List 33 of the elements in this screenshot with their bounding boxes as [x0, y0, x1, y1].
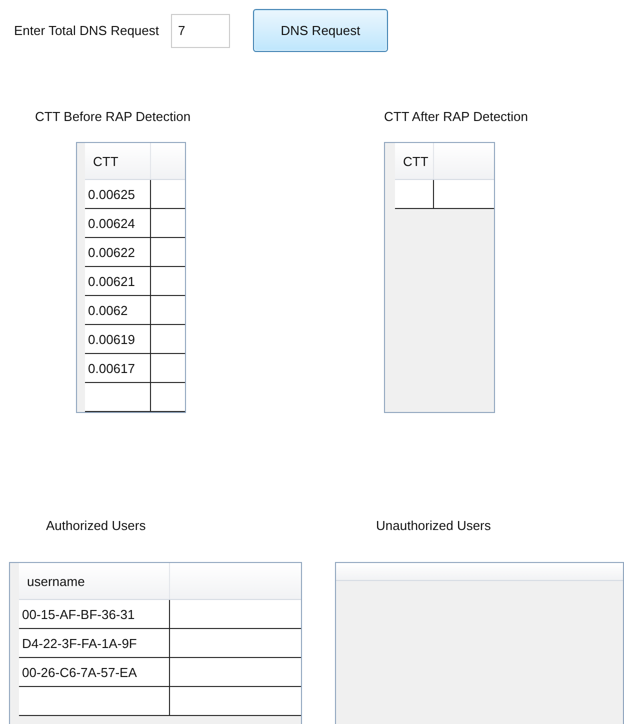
- table-cell: D4-22-3F-FA-1A-9F: [19, 629, 170, 657]
- table-row[interactable]: 00-15-AF-BF-36-31: [19, 600, 301, 629]
- section-title: CTT After RAP Detection: [384, 109, 528, 125]
- column-heading[interactable]: CTT: [395, 143, 434, 179]
- table-row[interactable]: 00-26-C6-7A-57-EA: [19, 658, 301, 687]
- table-cell: 00-26-C6-7A-57-EA: [19, 658, 170, 686]
- column-heading[interactable]: CTT: [85, 143, 151, 179]
- new-row[interactable]: [19, 687, 301, 716]
- new-row[interactable]: [85, 383, 185, 412]
- section-title: Unauthorized Users: [376, 518, 491, 534]
- table-cell: 0.0062: [85, 296, 151, 324]
- table-cell: 0.00619: [85, 325, 151, 353]
- table-cell: 00-15-AF-BF-36-31: [19, 600, 170, 628]
- table-row[interactable]: 0.00622: [85, 238, 185, 267]
- request-count-field[interactable]: 7: [171, 14, 230, 48]
- section-title: Authorized Users: [46, 518, 146, 534]
- table-row[interactable]: 0.00621: [85, 267, 185, 296]
- table-row[interactable]: 0.00624: [85, 209, 185, 238]
- table-row[interactable]: 0.00625: [85, 180, 185, 209]
- dns-request-button[interactable]: DNS Request: [253, 9, 388, 52]
- table-cell: 0.00625: [85, 180, 151, 208]
- table-row[interactable]: D4-22-3F-FA-1A-9F: [19, 629, 301, 658]
- new-row[interactable]: [395, 180, 494, 209]
- table-cell: 0.00624: [85, 209, 151, 237]
- table-cell: 0.00622: [85, 238, 151, 266]
- table-row[interactable]: 0.0062: [85, 296, 185, 325]
- table-row[interactable]: 0.00619: [85, 325, 185, 354]
- section-title: CTT Before RAP Detection: [35, 109, 191, 125]
- column-heading[interactable]: username: [19, 563, 170, 599]
- table-row[interactable]: 0.00617: [85, 354, 185, 383]
- table-cell: 0.00617: [85, 354, 151, 382]
- table-cell: 0.00621: [85, 267, 151, 295]
- request-count-label: Enter Total DNS Request: [14, 23, 159, 38]
